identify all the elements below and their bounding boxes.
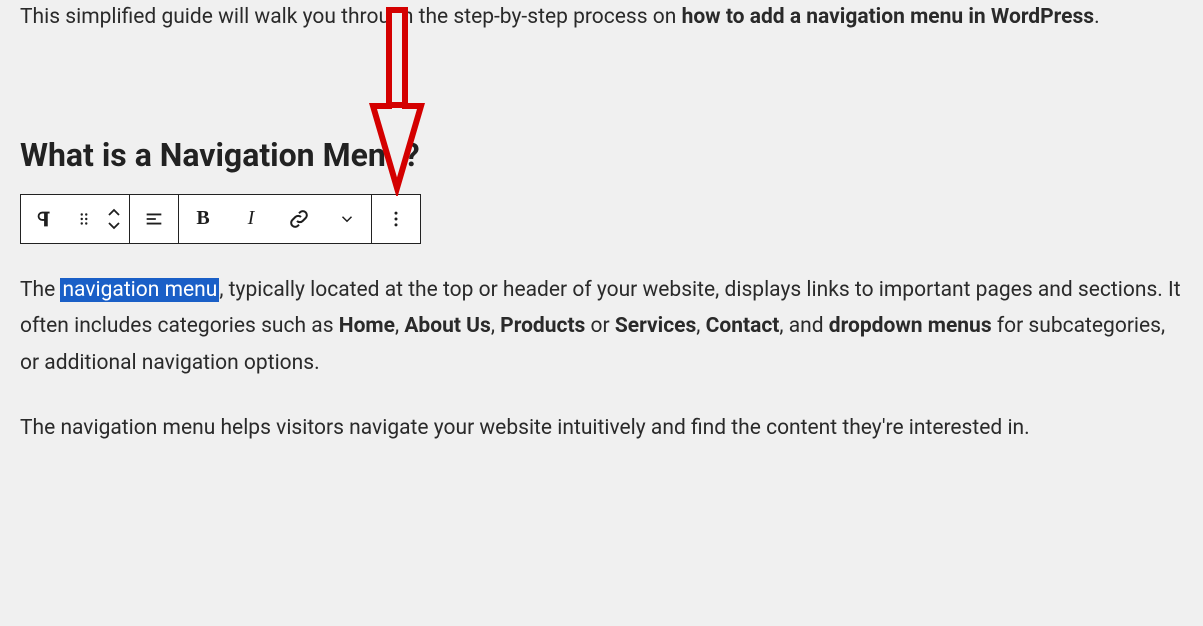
p1-b5: Contact <box>706 314 780 338</box>
body-paragraph-2: The navigation menu helps visitors navig… <box>20 410 1183 447</box>
bold-button[interactable]: B <box>179 195 227 243</box>
italic-button[interactable]: I <box>227 195 275 243</box>
p1-t1: The <box>20 278 60 302</box>
intro-bold: how to add a navigation menu in WordPres… <box>682 5 1095 29</box>
p1-b2: About Us <box>404 314 491 338</box>
paragraph-block-button[interactable] <box>21 195 69 243</box>
link-button[interactable] <box>275 195 323 243</box>
bold-label: B <box>196 207 209 230</box>
move-up-down-button[interactable] <box>99 195 129 243</box>
p1-c4: , <box>696 314 705 338</box>
drag-icon <box>75 210 93 228</box>
move-up-down-icon <box>106 207 122 231</box>
p1-c1: , <box>395 314 404 338</box>
italic-label: I <box>248 207 255 230</box>
section-heading: What is a Navigation Menu? <box>20 136 1183 174</box>
toolbar-group-format: B I <box>179 195 372 243</box>
intro-suffix: . <box>1094 5 1100 29</box>
align-icon <box>143 208 165 230</box>
toolbar-group-more <box>372 195 420 243</box>
more-format-button[interactable] <box>323 195 371 243</box>
p1-c3: or <box>585 314 615 338</box>
p1-c5: , and <box>779 314 828 338</box>
drag-handle-button[interactable] <box>69 195 99 243</box>
intro-paragraph: This simplified guide will walk you thro… <box>20 0 1183 36</box>
p1-b6: dropdown menus <box>829 314 992 338</box>
paragraph-icon <box>34 208 56 230</box>
toolbar-group-block <box>21 195 130 243</box>
more-options-button[interactable] <box>372 195 420 243</box>
p1-c2: , <box>491 314 500 338</box>
p1-b3: Products <box>500 314 585 338</box>
link-icon <box>287 207 311 231</box>
p1-b1: Home <box>339 314 395 338</box>
more-options-icon <box>386 209 406 229</box>
p1-b4: Services <box>615 314 696 338</box>
align-button[interactable] <box>130 195 178 243</box>
body-paragraph-1: The navigation menu, typically located a… <box>20 272 1183 382</box>
chevron-down-icon <box>338 210 356 228</box>
heading-text: What is a Navigation Menu? <box>20 136 420 174</box>
block-toolbar: B I <box>20 194 421 244</box>
selected-text[interactable]: navigation menu <box>60 278 219 302</box>
toolbar-group-align <box>130 195 179 243</box>
intro-text: This simplified guide will walk you thro… <box>20 5 682 29</box>
